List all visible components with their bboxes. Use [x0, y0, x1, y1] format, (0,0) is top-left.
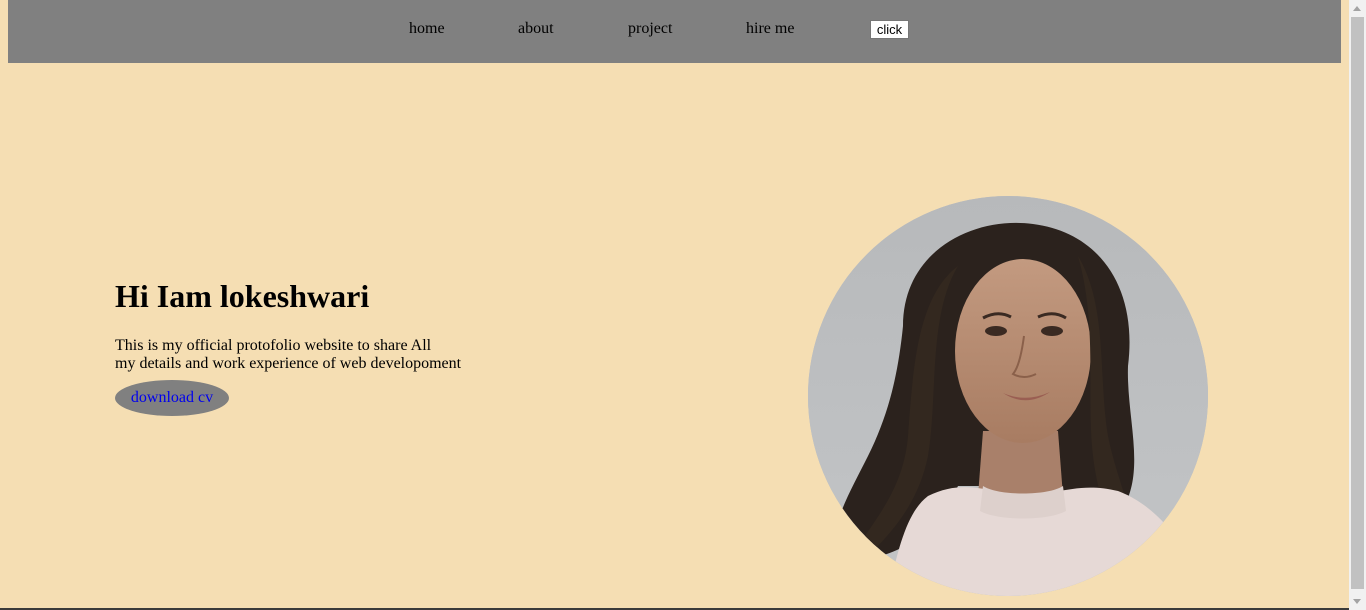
- page: home about project hire me click Hi Iam …: [0, 0, 1366, 610]
- scrollbar-thumb[interactable]: [1351, 17, 1364, 589]
- hero-description-line-1: This is my official protofolio website t…: [115, 337, 432, 354]
- nav-home[interactable]: home: [409, 19, 445, 39]
- click-button[interactable]: click: [870, 20, 909, 39]
- vertical-scrollbar[interactable]: [1349, 0, 1366, 610]
- portrait-illustration: [808, 196, 1208, 596]
- download-cv-button[interactable]: download cv: [115, 380, 229, 416]
- hero-title: Hi Iam lokeshwari: [115, 278, 370, 314]
- nav-project[interactable]: project: [628, 19, 672, 39]
- scroll-up-arrow-icon[interactable]: [1353, 6, 1361, 11]
- top-navbar: home about project hire me click: [8, 0, 1341, 63]
- portrait-photo: [808, 196, 1208, 596]
- hero-description-line-2: my details and work experience of web de…: [115, 355, 462, 372]
- nav-about[interactable]: about: [518, 19, 554, 39]
- hero-description: This is my official protofolio website t…: [115, 337, 475, 373]
- nav-hire-me[interactable]: hire me: [746, 19, 794, 39]
- scroll-down-arrow-icon[interactable]: [1353, 599, 1361, 604]
